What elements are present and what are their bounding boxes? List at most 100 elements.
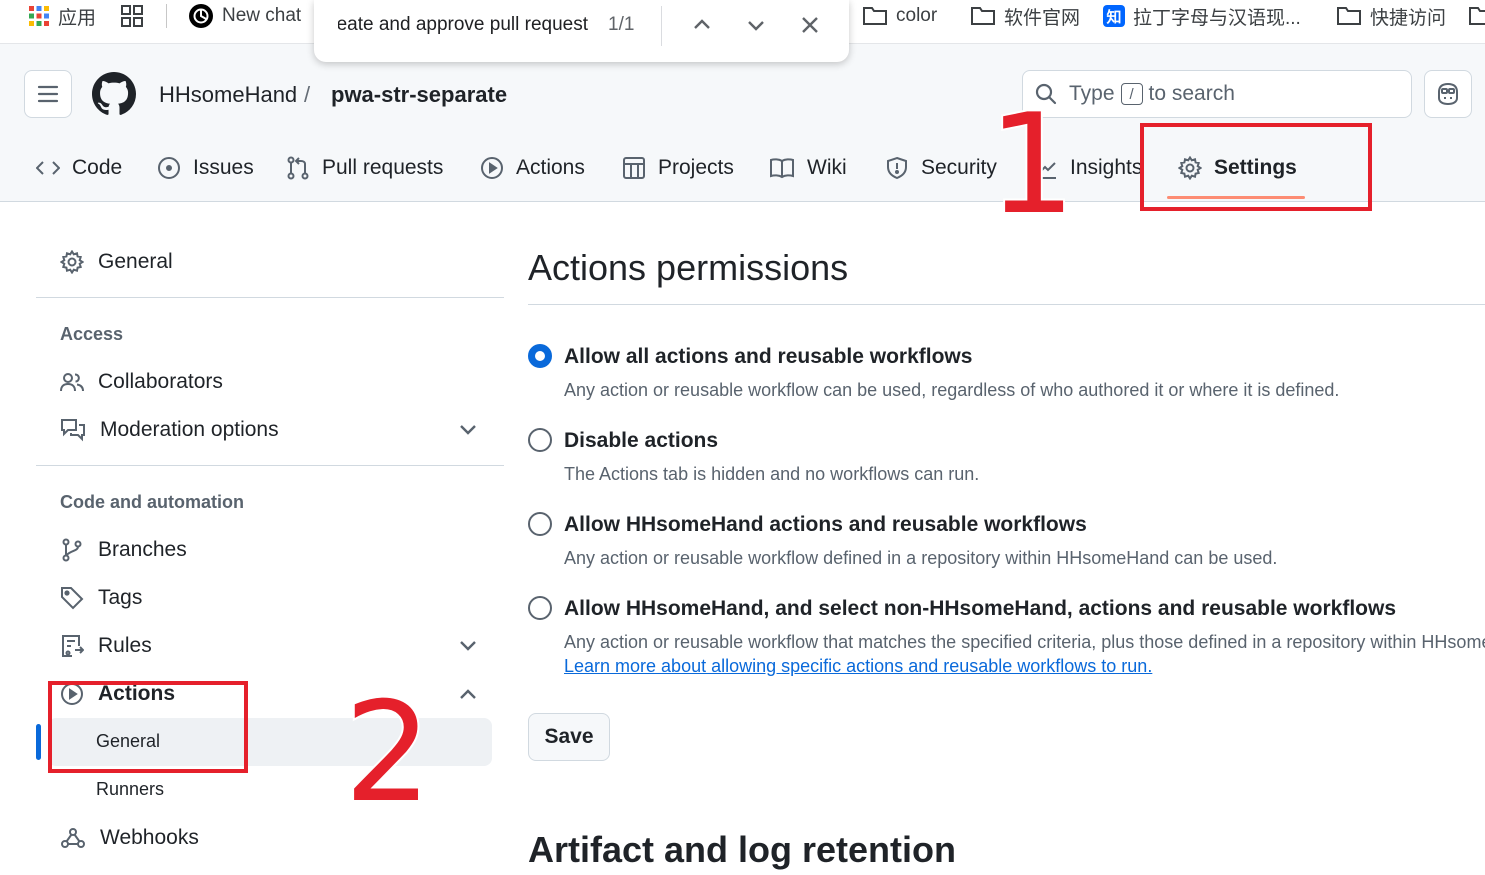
option-label-allow-all[interactable]: Allow all actions and reusable workflows	[564, 344, 972, 370]
chevron-up-icon[interactable]	[458, 686, 478, 702]
bookmark-label: color	[896, 5, 938, 26]
sidebar-divider	[36, 297, 504, 298]
sidebar-item-webhooks[interactable]: Webhooks	[60, 818, 199, 858]
issue-icon	[158, 157, 180, 179]
find-match-count: 1/1	[608, 14, 635, 35]
bookmark-label: 拉丁字母与汉语现...	[1133, 7, 1301, 29]
tab-security[interactable]: Security	[885, 144, 997, 192]
bookmark-overflow-folder[interactable]	[1468, 0, 1485, 32]
bookmark-software[interactable]: 软件官网	[970, 0, 1080, 32]
bookmark-apps[interactable]: 应用	[28, 0, 96, 32]
radio-disable-actions[interactable]	[528, 428, 552, 452]
sidebar-item-collaborators[interactable]: Collaborators	[60, 362, 223, 402]
chevron-down-icon	[748, 21, 764, 31]
apps-grid-icon	[29, 6, 49, 26]
tab-wiki[interactable]: Wiki	[769, 144, 847, 192]
sidebar-item-branches[interactable]: Branches	[60, 530, 187, 570]
find-next-button[interactable]	[740, 9, 772, 41]
page-title: Actions permissions	[528, 247, 849, 288]
repo-owner-link[interactable]: HHsomeHand	[159, 81, 297, 109]
find-previous-button[interactable]	[686, 9, 718, 41]
repo-name-link[interactable]: pwa-str-separate	[331, 81, 507, 109]
annotation-box-actions-general	[48, 681, 248, 773]
hamburger-icon	[37, 85, 59, 103]
code-icon	[36, 161, 60, 175]
sidebar-item-label: Tags	[98, 586, 143, 609]
tab-label: Projects	[658, 156, 734, 179]
bookmark-zhihu[interactable]: 知 拉丁字母与汉语现...	[1103, 0, 1301, 32]
settings-sidebar: General Access Collaborators Moderation …	[0, 202, 510, 875]
option-label-allow-select[interactable]: Allow HHsomeHand, and select non-HHsomeH…	[564, 596, 1396, 622]
sidebar-item-label: Collaborators	[98, 370, 223, 393]
bookmark-new-chat[interactable]: New chat	[188, 0, 301, 32]
search-placeholder-suffix: to search	[1148, 82, 1235, 105]
tab-actions[interactable]: Actions	[480, 144, 585, 192]
folder-icon	[863, 7, 887, 25]
find-input[interactable]: Allow GitHub Actions to create and appro…	[338, 12, 588, 38]
repo-rules-icon	[62, 635, 84, 657]
option-desc-disable-actions: The Actions tab is hidden and no workflo…	[564, 464, 980, 484]
bookmark-label: 软件官网	[1004, 7, 1081, 29]
people-icon	[60, 373, 84, 392]
option-desc-allow-owner: Any action or reusable workflow defined …	[564, 548, 1278, 568]
option-desc-allow-select: Any action or reusable workflow that mat…	[564, 632, 1485, 652]
save-button[interactable]: Save	[528, 713, 610, 761]
section-title-artifact-retention: Artifact and log retention	[528, 829, 957, 870]
annotation-number-1: 1	[986, 84, 1078, 245]
sidebar-item-rules[interactable]: Rules	[60, 626, 152, 666]
sidebar-item-tags[interactable]: Tags	[60, 578, 142, 618]
gear-icon	[60, 250, 84, 274]
search-input[interactable]: Type / to search	[1022, 70, 1412, 118]
sidebar-item-moderation-options[interactable]: Moderation options	[60, 410, 279, 450]
bookmark-tab-groups[interactable]	[120, 0, 144, 32]
copilot-icon	[1438, 82, 1458, 106]
shield-icon	[887, 156, 907, 180]
zhihu-icon: 知	[1103, 5, 1125, 27]
option-label-disable-actions[interactable]: Disable actions	[564, 428, 718, 454]
annotation-number-2: 2	[342, 672, 434, 833]
sidebar-item-label: Rules	[98, 634, 152, 657]
copilot-button[interactable]	[1424, 70, 1472, 118]
radio-allow-select[interactable]	[528, 596, 552, 620]
sidebar-subitem-actions-runners[interactable]: Runners	[96, 779, 164, 800]
book-icon	[770, 158, 794, 179]
sidebar-divider	[36, 465, 504, 466]
branch-icon	[62, 538, 82, 562]
radio-allow-all[interactable]	[528, 344, 552, 368]
chevron-down-icon[interactable]	[458, 638, 478, 654]
learn-more-link[interactable]: Learn more about allowing specific actio…	[564, 654, 1152, 678]
option-label-allow-owner[interactable]: Allow HHsomeHand actions and reusable wo…	[564, 512, 1087, 538]
close-icon	[802, 17, 818, 33]
tab-groups-icon	[121, 5, 143, 27]
bookmark-label: 快捷访问	[1370, 7, 1447, 29]
option-desc-allow-all: Any action or reusable workflow can be u…	[564, 380, 1340, 400]
search-placeholder-prefix: Type	[1069, 82, 1115, 105]
search-shortcut-key: /	[1120, 83, 1143, 105]
github-logo-icon[interactable]	[92, 72, 136, 116]
chevron-down-icon[interactable]	[458, 422, 478, 438]
sidebar-item-label: General	[98, 250, 173, 273]
play-icon	[481, 157, 503, 179]
tab-label: Issues	[193, 156, 254, 179]
sidebar-item-general[interactable]: General	[60, 242, 173, 282]
sidebar-active-indicator	[36, 724, 41, 760]
bookmark-label: New chat	[222, 5, 302, 26]
tab-pull-requests[interactable]: Pull requests	[286, 144, 443, 192]
find-divider	[661, 6, 662, 46]
folder-icon	[1337, 7, 1361, 25]
pull-request-icon	[287, 156, 309, 180]
tab-issues[interactable]: Issues	[157, 144, 254, 192]
table-icon	[623, 157, 645, 179]
menu-button[interactable]	[24, 70, 72, 118]
tab-code[interactable]: Code	[36, 144, 122, 192]
bookmark-color[interactable]: color	[862, 0, 937, 32]
tab-projects[interactable]: Projects	[622, 144, 734, 192]
bookmark-quick-access[interactable]: 快捷访问	[1336, 0, 1446, 32]
tab-label: Actions	[516, 156, 585, 179]
sidebar-item-label: Moderation options	[100, 418, 279, 441]
radio-allow-owner[interactable]	[528, 512, 552, 536]
find-close-button[interactable]	[794, 9, 826, 41]
bookmarks-separator	[166, 4, 167, 28]
tag-icon	[61, 587, 84, 610]
tab-label: Pull requests	[322, 156, 444, 179]
